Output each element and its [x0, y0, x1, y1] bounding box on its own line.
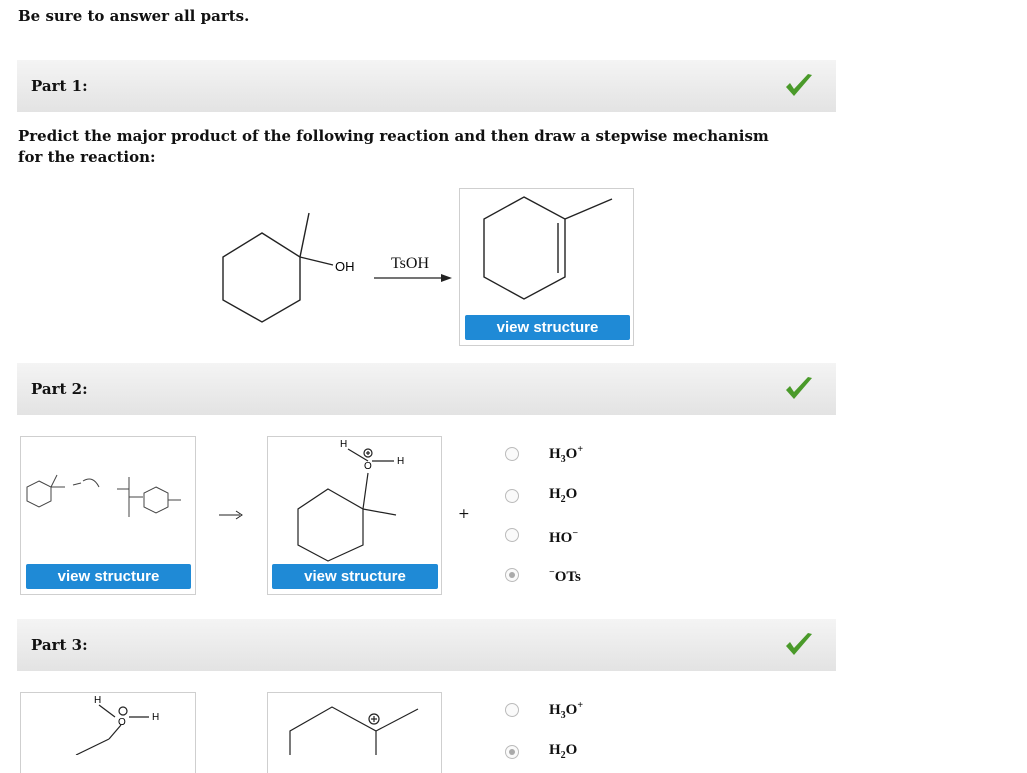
radio-tosylate[interactable] [505, 568, 519, 582]
hydrogen-label: H [340, 439, 347, 450]
view-structure-button[interactable]: view structure [465, 315, 630, 340]
mechanism-structure-box[interactable]: view structure [20, 436, 196, 595]
radio-h2o[interactable] [505, 489, 519, 503]
part-3-label: Part 3: [31, 636, 88, 654]
radio-hydroxide[interactable] [505, 528, 519, 542]
reaction-arrow-icon [374, 274, 452, 282]
option-h2o: H2O [549, 486, 578, 505]
hydrogen-label: H [94, 695, 101, 706]
oxonium-structure-box[interactable]: H O H view structure [267, 436, 442, 595]
part-2-header: Part 2: [17, 363, 836, 415]
question-text: Predict the major product of the followi… [18, 127, 769, 166]
oxonium-structure: H O H [297, 439, 404, 562]
part-1-label: Part 1: [31, 77, 88, 95]
option-hydroxide: HO− [549, 528, 579, 546]
methylcyclohexene-structure [483, 196, 613, 300]
checkmark-icon [786, 74, 812, 96]
part-1-header: Part 1: [17, 60, 836, 112]
carbocation-structure [289, 706, 419, 755]
hydrogen-label: H [152, 712, 159, 723]
radio-h2o[interactable] [505, 745, 519, 759]
part-2-label: Part 2: [31, 380, 88, 398]
carbocation-structure-box[interactable] [267, 692, 442, 773]
checkmark-icon [786, 377, 812, 399]
radio-h3o-plus[interactable] [505, 703, 519, 717]
view-structure-button[interactable]: view structure [26, 564, 191, 589]
radio-h3o-plus[interactable] [505, 447, 519, 461]
instructions: Be sure to answer all parts. [18, 7, 250, 25]
option-h3o-plus: H3O+ [549, 700, 584, 721]
oxygen-label: O [118, 717, 126, 728]
water-loss-structure: H O H [75, 695, 159, 755]
oxygen-label: O [364, 461, 372, 472]
mechanism-structure [26, 474, 181, 517]
reactant-structure: OH [222, 212, 355, 323]
option-h2o: H2O [549, 742, 578, 761]
option-h3o-plus: H3O+ [549, 444, 584, 465]
oh-label: OH [335, 259, 355, 274]
water-loss-structure-box[interactable]: H O H [20, 692, 196, 773]
hydrogen-label: H [397, 456, 404, 467]
reaction-arrow-icon [219, 510, 243, 520]
plus-sign: + [458, 506, 470, 522]
view-structure-button[interactable]: view structure [272, 564, 438, 589]
option-tosylate: −OTs [549, 567, 581, 585]
checkmark-icon [786, 633, 812, 655]
part-3-header: Part 3: [17, 619, 836, 671]
product-structure-box[interactable]: view structure [459, 188, 634, 346]
